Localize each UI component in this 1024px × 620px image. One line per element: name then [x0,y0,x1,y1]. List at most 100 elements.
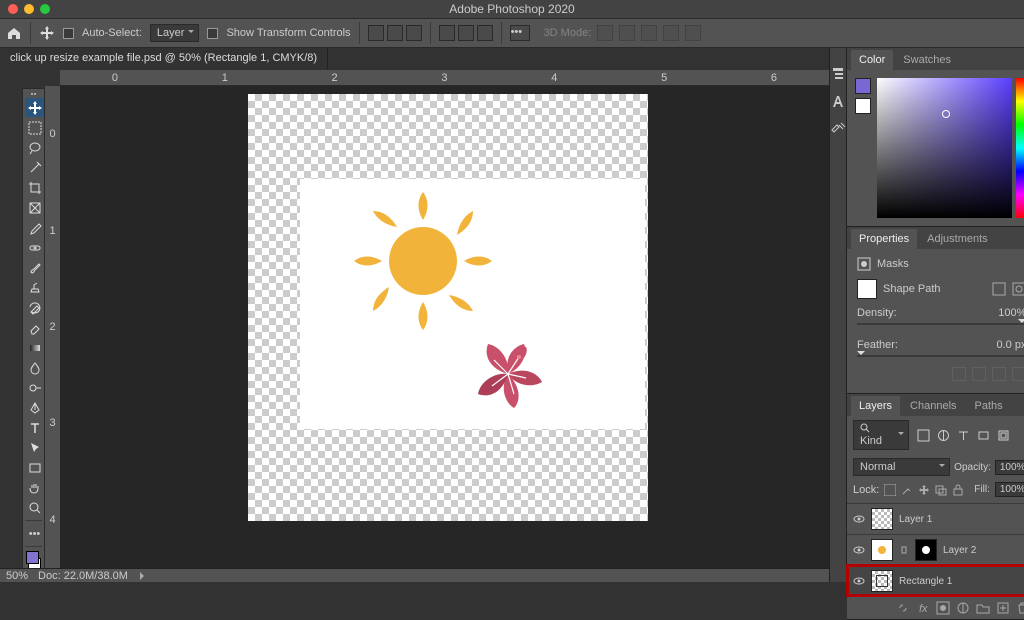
density-value[interactable]: 100% [998,307,1024,319]
visibility-icon[interactable] [853,513,865,525]
distribute-bottom-icon[interactable] [477,25,493,41]
separator [359,22,360,44]
filter-shape-icon[interactable] [977,429,990,442]
history-panel-icon[interactable] [830,66,846,82]
show-transform-checkbox[interactable] [207,28,218,39]
tab-color[interactable]: Color [851,50,893,70]
layer-name[interactable]: Layer 1 [899,514,932,525]
color-field[interactable] [877,78,1012,218]
density-slider[interactable] [857,323,1024,325]
new-group-icon[interactable] [976,601,990,615]
more-align-icon[interactable]: ••• [510,25,530,41]
3d-orbit-icon [597,25,613,41]
layers-footer: fx [847,596,1024,619]
options-bar: Auto-Select: Layer Show Transform Contro… [0,18,1024,48]
new-layer-icon[interactable] [996,601,1010,615]
auto-select-target-dropdown[interactable]: Layer [150,24,200,42]
3d-pan-icon [641,25,657,41]
filter-adjust-icon[interactable] [937,429,950,442]
layer-row[interactable]: Layer 2 [847,534,1024,565]
layer-row[interactable]: Rectangle 1 [847,565,1024,596]
layer-mask-thumb[interactable] [915,539,937,561]
lock-nesting-icon[interactable] [935,484,947,496]
lock-all-icon[interactable] [952,484,964,496]
delete-layer-icon[interactable] [1016,601,1024,615]
status-bar: 50% Doc: 22.0M/38.0M [0,568,829,582]
auto-select-checkbox[interactable] [63,28,74,39]
opacity-label: Opacity: [954,462,991,473]
3d-mode-group: 3D Mode: [544,25,702,41]
layer-name[interactable]: Layer 2 [943,545,976,556]
layer-name[interactable]: Rectangle 1 [899,576,952,587]
svg-text:fx: fx [919,603,928,615]
tab-channels[interactable]: Channels [902,396,964,416]
doc-size[interactable]: Doc: 22.0M/38.0M [38,570,128,582]
filter-type-icon[interactable] [957,429,970,442]
layer-filter-dropdown[interactable]: Kind [853,420,909,450]
lock-label: Lock: [853,484,879,496]
opacity-value[interactable]: 100% [995,460,1024,475]
align-left-icon[interactable] [368,25,384,41]
fill-label: Fill: [974,484,990,495]
gutter: 0 1 2 3 4 [0,70,60,568]
masks-label: Masks [877,258,909,270]
tab-layers[interactable]: Layers [851,396,900,416]
visibility-icon[interactable] [853,575,865,587]
add-mask-icon[interactable] [936,601,950,615]
layer-thumb[interactable] [871,508,893,530]
tab-swatches[interactable]: Swatches [895,50,959,70]
invert-mask-icon[interactable] [972,367,986,381]
zoom-level[interactable]: 50% [6,570,28,582]
tab-paths[interactable]: Paths [967,396,1011,416]
layer-row[interactable]: Layer 1 [847,503,1024,534]
tab-properties[interactable]: Properties [851,229,917,249]
mask-thumb[interactable] [857,279,877,299]
toggle-mask-icon[interactable] [992,367,1006,381]
lock-position-icon[interactable] [918,484,930,496]
brushes-panel-icon[interactable] [830,122,846,138]
filter-smart-icon[interactable] [997,429,1010,442]
blend-mode-dropdown[interactable]: Normal [853,458,950,476]
mask-icon [857,257,871,271]
layer-thumb[interactable] [871,570,893,592]
filter-pixel-icon[interactable] [917,429,930,442]
delete-mask-icon[interactable] [1012,367,1024,381]
distribute-vcenter-icon[interactable] [458,25,474,41]
panel-stack: Color Swatches Properties Adjustments Ma… [847,48,1024,582]
vector-mask-icon[interactable] [1012,282,1024,296]
select-mask-icon[interactable] [952,367,966,381]
work-area: 0 1 2 3 4 [0,70,829,568]
sun-graphic[interactable] [348,186,498,336]
move-tool-icon[interactable] [39,25,55,41]
layer-style-icon[interactable]: fx [916,601,930,615]
feather-label: Feather: [857,339,898,351]
feather-slider[interactable] [857,355,1024,357]
app-title: Adobe Photoshop 2020 [0,2,1024,16]
lock-transparency-icon[interactable] [884,484,896,496]
feather-value[interactable]: 0.0 px [996,339,1024,351]
canvas[interactable] [60,86,829,568]
pixel-mask-icon[interactable] [992,282,1006,296]
tab-adjustments[interactable]: Adjustments [919,229,996,249]
distribute-top-icon[interactable] [439,25,455,41]
3d-roll-icon [619,25,635,41]
adjustment-layer-icon[interactable] [956,601,970,615]
show-transform-label: Show Transform Controls [226,27,350,39]
hue-strip[interactable] [1016,78,1024,218]
color-panel: Color Swatches [847,48,1024,227]
layer-thumb[interactable] [871,539,893,561]
background-swatch[interactable] [855,98,871,114]
document-tab[interactable]: click up resize example file.psd @ 50% (… [0,48,328,70]
align-center-h-icon[interactable] [387,25,403,41]
flower-graphic[interactable] [473,339,543,409]
artboard[interactable] [248,94,648,521]
home-icon[interactable] [6,25,22,41]
link-layers-icon[interactable] [896,601,910,615]
visibility-icon[interactable] [853,544,865,556]
lock-image-icon[interactable] [901,484,913,496]
align-right-icon[interactable] [406,25,422,41]
fill-value[interactable]: 100% [995,482,1024,497]
status-menu-icon[interactable] [140,572,148,580]
foreground-swatch[interactable] [855,78,871,94]
character-panel-icon[interactable] [830,94,846,110]
